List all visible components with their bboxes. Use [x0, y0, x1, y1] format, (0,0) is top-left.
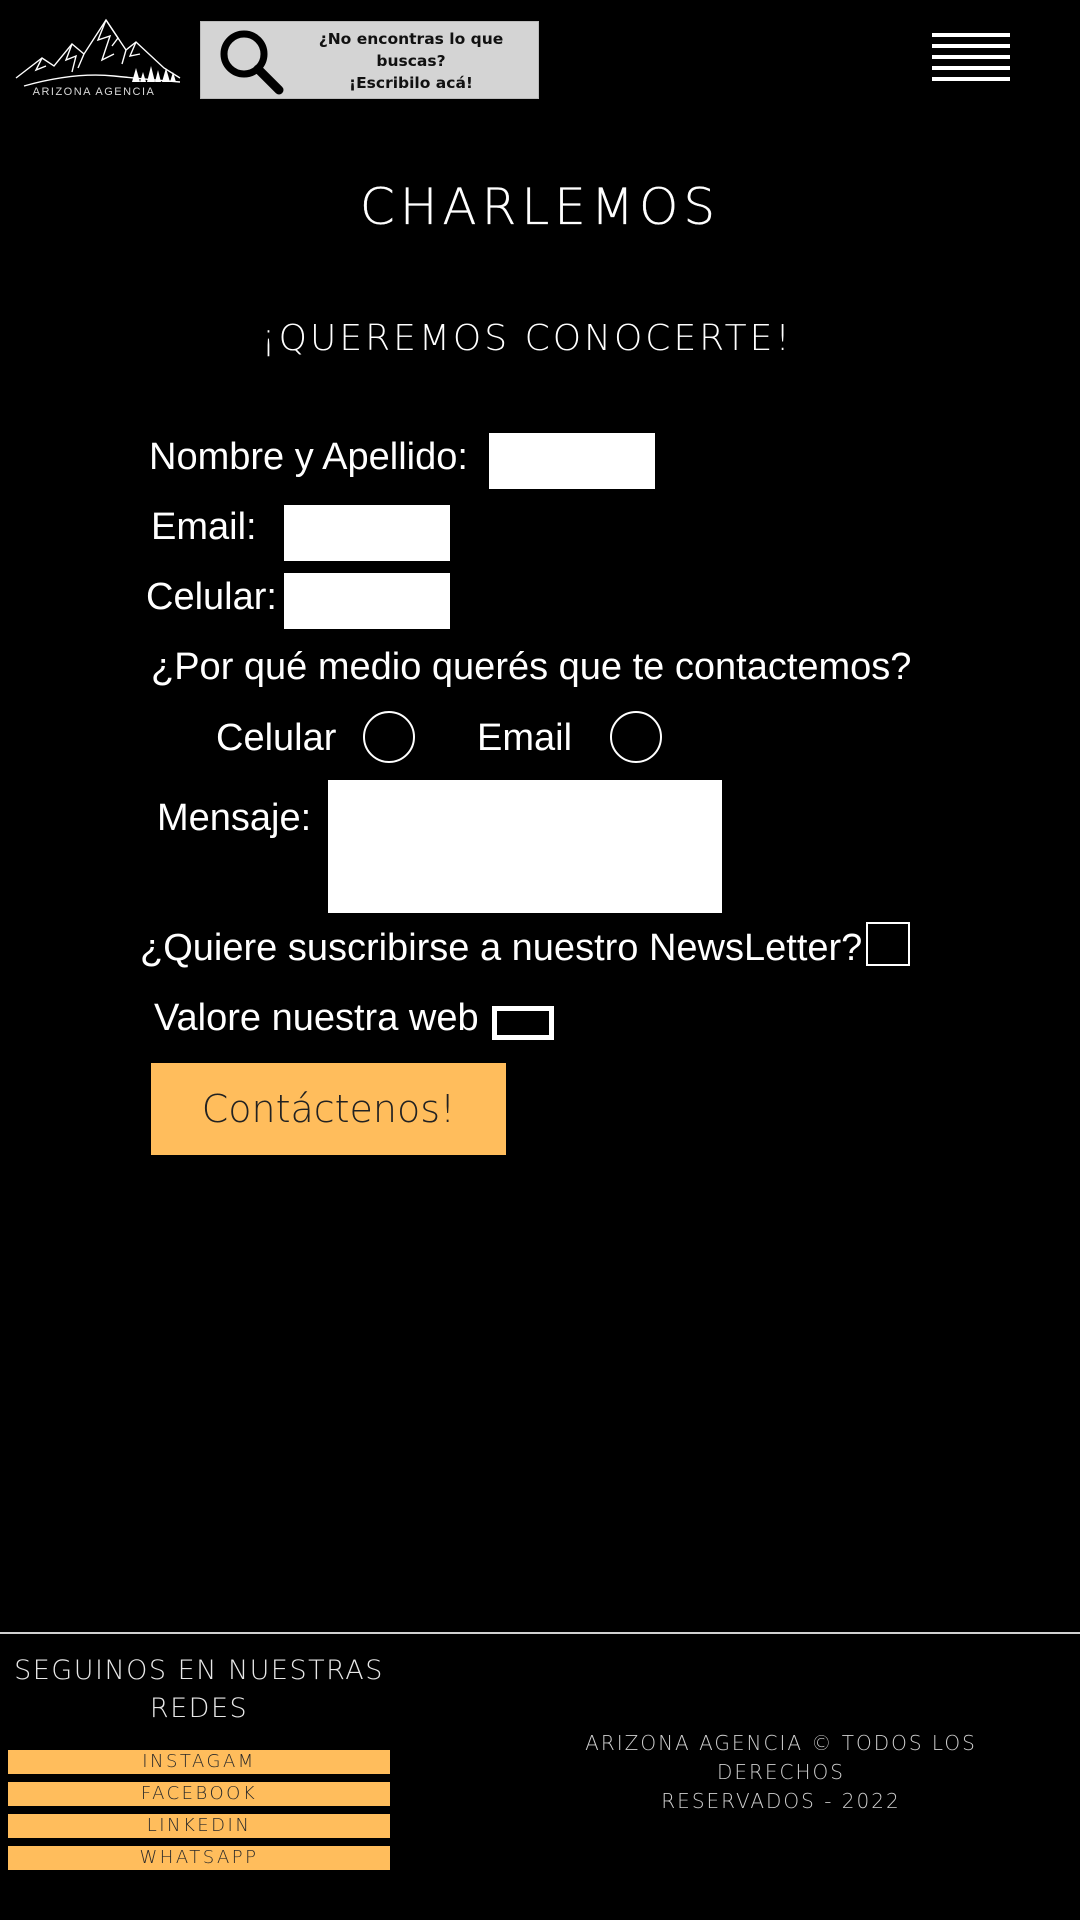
rating-label: Valore nuestra web: [154, 997, 479, 1039]
message-label: Mensaje:: [157, 797, 312, 839]
footer-divider: [0, 1632, 1080, 1634]
search-prompt-line2: buscas?: [376, 52, 446, 70]
search-prompt-line3: ¡Escribilo acá!: [349, 74, 473, 92]
search-prompt-line1: ¿No encontras lo que: [318, 30, 504, 48]
search-box[interactable]: ¿No encontras lo que buscas? ¡Escribilo …: [200, 21, 539, 99]
menu-line: [932, 33, 1010, 37]
search-prompt[interactable]: ¿No encontras lo que buscas? ¡Escribilo …: [311, 28, 511, 94]
copyright-text: ARIZONA AGENCIA © TODOS LOS DERECHOS RES…: [520, 1729, 1042, 1816]
page-subtitle: ¡QUEREMOS CONOCERTE!: [261, 318, 793, 359]
email-label: Email:: [151, 506, 257, 548]
contact-method-question: ¿Por qué medio querés que te contactemos…: [151, 646, 912, 688]
menu-line: [932, 44, 1010, 48]
name-input[interactable]: [489, 433, 655, 489]
follow-us-line2: REDES: [149, 1693, 249, 1724]
contact-submit-button[interactable]: Contáctenos!: [151, 1063, 506, 1155]
menu-line: [932, 66, 1010, 70]
search-icon[interactable]: [217, 28, 285, 96]
social-link-linkedin[interactable]: LINKEDIN: [8, 1814, 390, 1838]
social-link-facebook[interactable]: FACEBOOK: [8, 1782, 390, 1806]
phone-label: Celular:: [146, 576, 277, 618]
radio-phone-label: Celular: [216, 717, 337, 759]
social-link-instagram[interactable]: INSTAGAM: [8, 1750, 390, 1774]
rating-input[interactable]: [492, 1006, 554, 1040]
hamburger-menu-icon[interactable]: [932, 33, 1010, 91]
radio-phone[interactable]: [363, 711, 415, 763]
copyright-line2: RESERVADOS - 2022: [661, 1789, 901, 1813]
message-textarea[interactable]: [328, 780, 722, 913]
email-input[interactable]: [284, 505, 450, 561]
menu-line: [932, 77, 1010, 81]
phone-input[interactable]: [284, 573, 450, 629]
logo-text: ARIZONA AGENCIA: [32, 86, 156, 98]
follow-us-line1: SEGUINOS EN NUESTRAS: [14, 1655, 384, 1686]
social-link-whatsapp[interactable]: WHATSAPP: [8, 1846, 390, 1870]
page-title: CHARLEMOS: [359, 178, 721, 236]
copyright-line1: ARIZONA AGENCIA © TODOS LOS DERECHOS: [585, 1731, 977, 1784]
menu-line: [932, 55, 1010, 59]
radio-email[interactable]: [610, 711, 662, 763]
newsletter-checkbox[interactable]: [866, 922, 910, 966]
newsletter-question: ¿Quiere suscribirse a nuestro NewsLetter…: [140, 927, 863, 969]
follow-us-heading: SEGUINOS EN NUESTRAS REDES: [0, 1652, 398, 1728]
name-label: Nombre y Apellido:: [149, 436, 468, 478]
radio-email-label: Email: [477, 717, 573, 759]
